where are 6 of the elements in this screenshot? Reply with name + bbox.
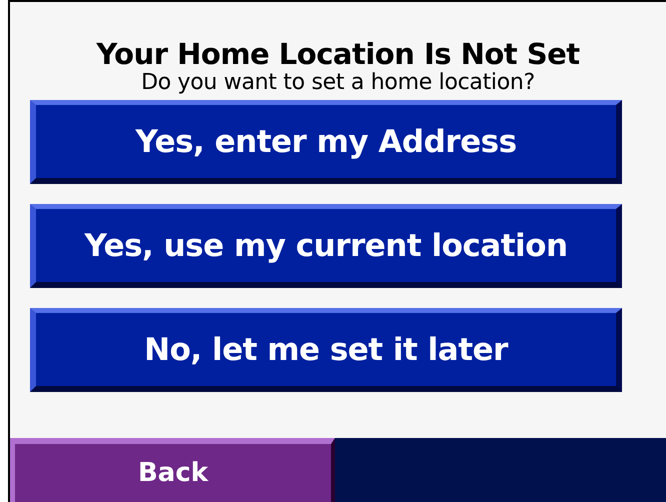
back-button[interactable]: Back (10, 438, 335, 502)
option-button[interactable]: Yes, use my current location (30, 204, 622, 288)
option-button[interactable]: Yes, enter my Address (30, 100, 622, 184)
dialog-question: Do you want to set a home location? (140, 70, 536, 96)
dialog-title: Your Home Location Is Not Set (95, 38, 581, 70)
option-button[interactable]: No, let me set it later (30, 308, 622, 392)
